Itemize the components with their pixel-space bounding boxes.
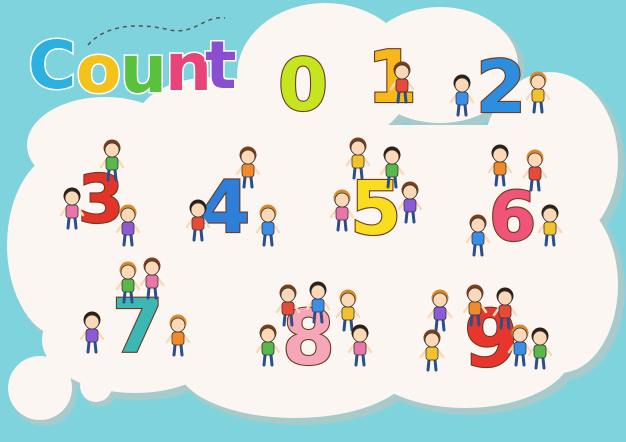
number-3: 3 (78, 161, 124, 238)
title-letter-4: t (205, 27, 237, 104)
number-0: 0 (278, 43, 328, 127)
number-2: 2 (476, 45, 526, 129)
number-6: 6 (489, 178, 536, 257)
worksheet-canvas: C o u n t 0 1 2 3 4 5 6 7 8 9 (7, 3, 625, 426)
title-letter-0: C (28, 27, 76, 104)
number-4: 4 (200, 165, 250, 249)
title-letter-2: u (120, 31, 167, 108)
count-worksheet: C o u n t 0 1 2 3 4 5 6 7 8 9 (0, 0, 626, 442)
number-1: 1 (367, 35, 417, 119)
title-count: C o u n t (27, 26, 239, 110)
title-letter-1: o (76, 31, 121, 108)
